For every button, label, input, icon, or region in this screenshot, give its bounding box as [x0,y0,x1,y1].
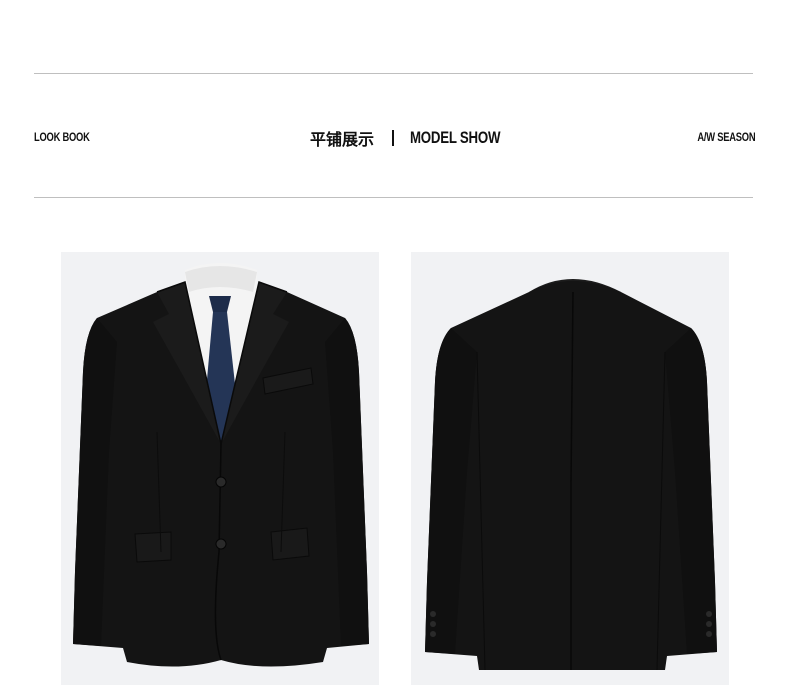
season-label: A/W SEASON [697,130,755,144]
look-book-label: LOOK BOOK [34,130,90,144]
top-divider-line [34,73,753,74]
section-header: LOOK BOOK 平铺展示 MODEL SHOW A/W SEASON [34,124,755,152]
suit-front-photo [61,252,379,685]
suit-back-photo [411,252,729,685]
section-title-en: MODEL SHOW [410,128,501,147]
section-title-cn: 平铺展示 [310,130,375,149]
bottom-divider-line [34,197,753,198]
title-separator [392,130,395,146]
section-title: 平铺展示 MODEL SHOW [310,126,526,150]
